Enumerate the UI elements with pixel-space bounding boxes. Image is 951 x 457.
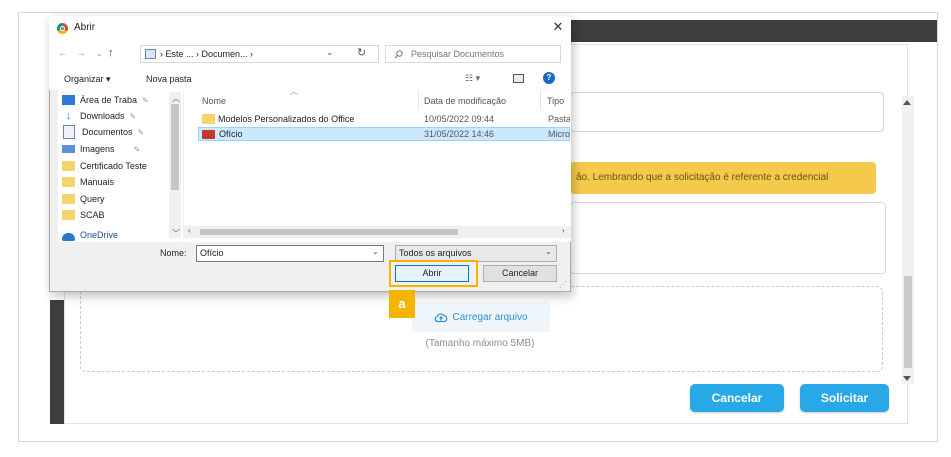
folder-icon [62,210,75,220]
nav-item-label: Query [80,194,105,204]
file-type: Pasta [548,114,570,124]
nav-item-desktop[interactable]: Área de Traba ✎ [62,92,149,108]
pin-icon: ✎ [133,144,141,154]
nav-item-label: Imagens [80,144,115,154]
forward-arrow-icon[interactable]: → [76,48,86,59]
refresh-icon[interactable]: ↻ [357,46,366,59]
column-divider[interactable] [418,90,419,110]
nav-item-label: OneDrive [80,230,119,240]
folder-icon [62,177,75,187]
close-icon[interactable]: ✕ [550,19,566,35]
dialog-title: Abrir [74,22,96,33]
file-name: Ofício [219,129,243,139]
chevron-left-icon[interactable]: ‹ [188,226,191,235]
column-header-modified[interactable]: Data de modificação [424,96,506,106]
chevron-right-icon[interactable]: › [562,226,565,235]
folder-icon [62,194,75,204]
search-input[interactable]: Pesquisar Documentos [385,45,561,63]
chevron-down-icon[interactable]: ⌄ [326,47,334,58]
dialog-toolbar [49,68,571,90]
new-folder-button[interactable]: Nova pasta [146,74,192,84]
column-header-type[interactable]: Tipo [547,96,564,106]
nav-item-label: SCAB [80,210,105,220]
page-side-bar [50,300,64,424]
file-list-h-scrollbar-thumb[interactable] [200,229,458,235]
file-type: Micro [548,129,570,139]
file-row[interactable]: Modelos Personalizados do Office 10/05/2… [198,112,570,126]
recent-locations-icon[interactable]: ⌄ [96,49,103,58]
cancel-button[interactable]: Cancelar [483,265,557,282]
upload-size-hint: (Tamanho máximo 5MB) [425,338,535,349]
file-modified: 10/05/2022 09:44 [424,114,495,124]
search-placeholder: Pesquisar Documentos [411,49,505,59]
warning-alert: ão. Lembrando que a solicitação é refere… [570,162,876,194]
file-modified: 31/05/2022 14:46 [424,129,495,139]
modal-scrollbar-thumb[interactable] [904,276,912,368]
callout-marker: a [389,290,415,318]
scroll-down-icon[interactable] [903,376,911,381]
nav-item-label: Área de Traba [80,95,138,105]
pin-icon: ✎ [129,111,137,121]
chevron-down-icon[interactable]: ⌄ [372,247,379,256]
up-arrow-icon[interactable]: ↑ [108,47,114,59]
nav-item-certificado-teste[interactable]: Certificado Teste [62,158,147,174]
open-button[interactable]: Abrir [395,265,469,282]
chevron-up-icon[interactable]: ︿ [172,93,180,104]
chrome-icon [57,23,68,34]
sort-ascending-icon: ︿ [290,87,298,96]
nav-item-label: Manuais [80,177,115,187]
onedrive-icon [62,233,75,241]
view-options-icon[interactable]: ☷ ▾ [465,73,480,84]
column-header-name[interactable]: Nome [202,96,226,106]
pin-icon: ✎ [142,95,149,105]
upload-file-label: Carregar arquivo [452,311,528,323]
resize-grip-icon[interactable]: ⋰ [559,280,567,289]
cloud-upload-icon [435,312,448,322]
nav-item-downloads[interactable]: ↓ Downloads ✎ [62,108,136,124]
nav-pane-scrollbar-thumb[interactable] [171,104,179,190]
documents-icon [63,125,75,139]
chevron-down-icon[interactable]: ⌄ [545,247,552,256]
scroll-up-icon[interactable] [903,100,911,105]
file-row-selected[interactable]: Ofício 31/05/2022 14:46 Micro [198,127,570,141]
nav-item-label: Downloads [80,111,125,121]
upload-file-button[interactable]: Carregar arquivo [412,302,550,332]
computer-icon [145,49,156,59]
help-icon[interactable]: ? [543,72,555,84]
nav-item-scab[interactable]: SCAB [62,207,105,223]
nav-item-manuais[interactable]: Manuais [62,174,114,190]
file-name: Modelos Personalizados do Office [218,114,355,124]
images-icon [62,145,75,153]
nav-item-query[interactable]: Query [62,191,105,207]
filename-label: Nome: [160,248,187,258]
back-arrow-icon[interactable]: ← [58,48,68,59]
dialog-title-bar [49,16,571,42]
desktop-icon [62,95,75,105]
description-textarea[interactable] [570,202,886,274]
submit-request-button[interactable]: Solicitar [800,384,889,412]
nav-item-images[interactable]: Imagens ✎ [62,141,140,157]
filename-input[interactable]: Ofício [196,245,384,262]
folder-icon [202,114,215,124]
nav-item-label: Documentos [82,127,133,137]
nav-item-label: Certificado Teste [80,161,147,171]
chevron-down-icon[interactable]: ﹀ [172,228,180,239]
cancel-request-button[interactable]: Cancelar [690,384,784,412]
folder-icon [62,161,75,171]
pdf-icon [202,130,215,139]
form-field[interactable] [570,92,884,132]
preview-pane-icon[interactable] [513,74,524,83]
search-icon [394,49,403,58]
address-path: › Este ... › Documen... › [160,49,254,59]
nav-item-onedrive[interactable]: OneDrive [62,230,118,242]
address-bar[interactable]: › Este ... › Documen... › [140,45,379,63]
pin-icon: ✎ [137,127,145,137]
organize-menu[interactable]: Organizar ▾ [64,74,111,85]
page-header-bar [560,20,937,42]
nav-item-documents[interactable]: Documentos ✎ [62,124,144,140]
download-icon: ↓ [65,110,72,122]
column-divider[interactable] [540,90,541,110]
